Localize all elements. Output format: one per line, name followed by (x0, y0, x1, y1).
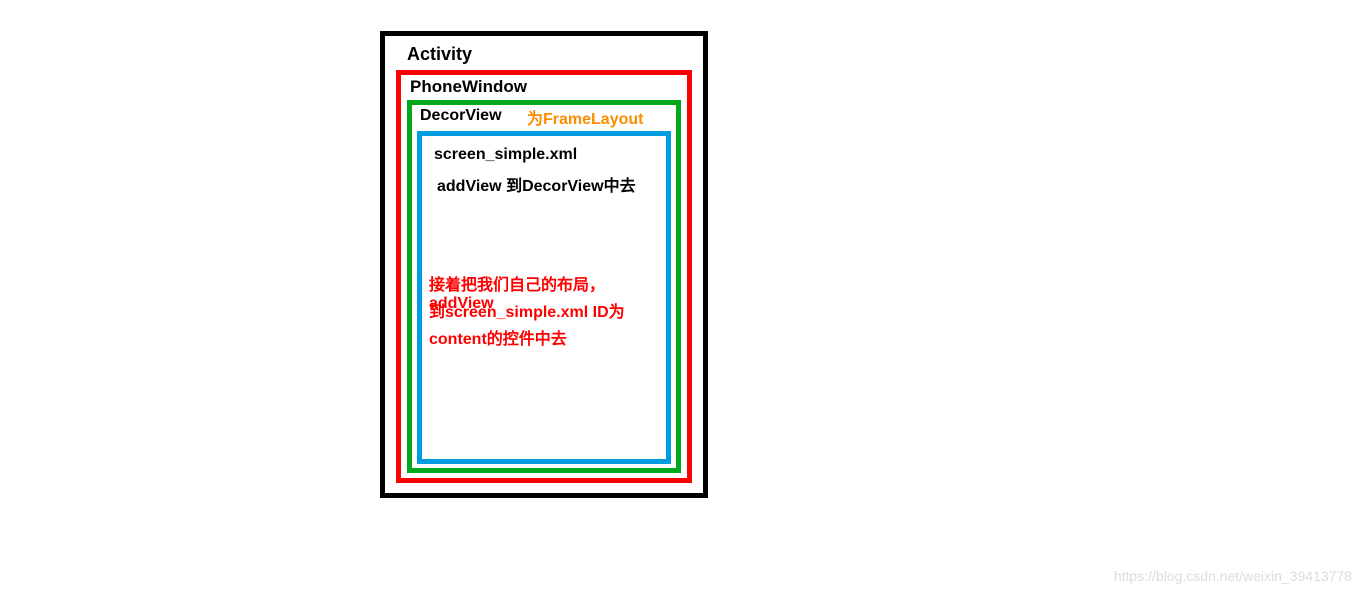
addview-decorview-text: addView 到DecorView中去 (437, 172, 636, 196)
decor-view-box: DecorView 为FrameLayout screen_simple.xml… (407, 100, 681, 473)
phone-window-box: PhoneWindow DecorView 为FrameLayout scree… (396, 70, 692, 483)
phone-window-label: PhoneWindow (410, 77, 527, 97)
activity-label: Activity (407, 44, 472, 65)
decor-view-label: DecorView (420, 107, 502, 125)
activity-box: Activity PhoneWindow DecorView 为FrameLay… (380, 31, 708, 498)
content-description-line3: content的控件中去 (429, 325, 567, 349)
screen-simple-box: screen_simple.xml addView 到DecorView中去 接… (417, 131, 671, 464)
frame-layout-annotation: 为FrameLayout (527, 105, 643, 129)
screen-simple-xml-text: screen_simple.xml (434, 146, 577, 164)
watermark-text: https://blog.csdn.net/weixin_39413778 (1114, 568, 1352, 584)
content-description-line2: 到screen_simple.xml ID为 (429, 298, 625, 322)
